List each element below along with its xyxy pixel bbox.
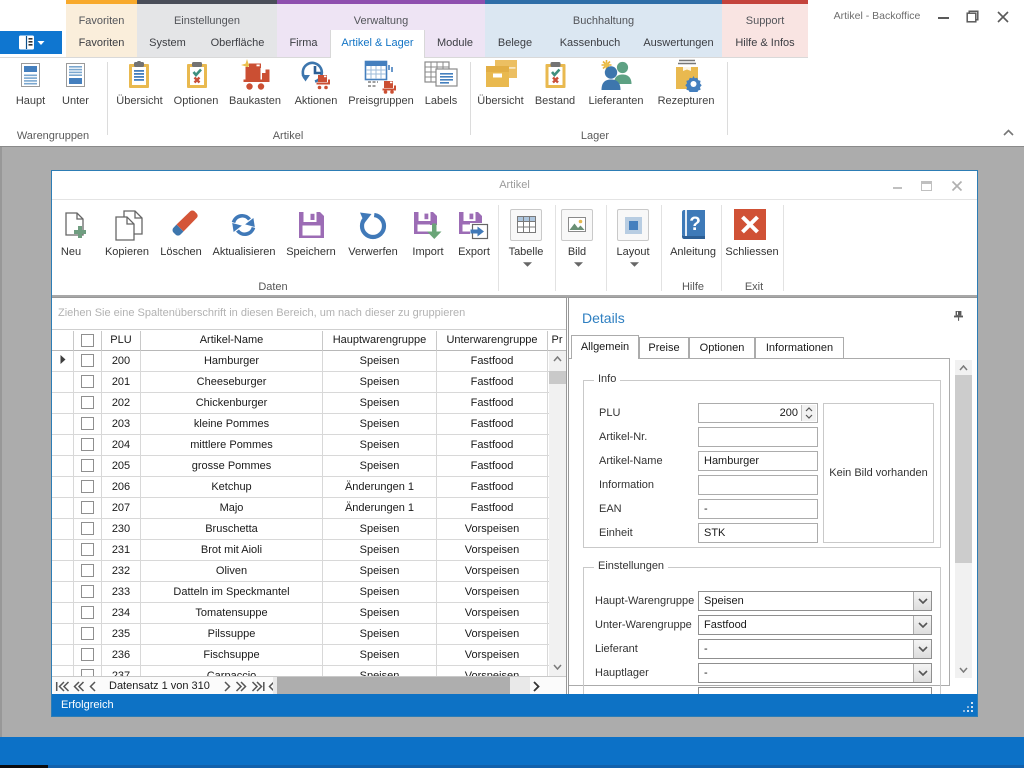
svg-text:?: ? xyxy=(689,214,701,235)
